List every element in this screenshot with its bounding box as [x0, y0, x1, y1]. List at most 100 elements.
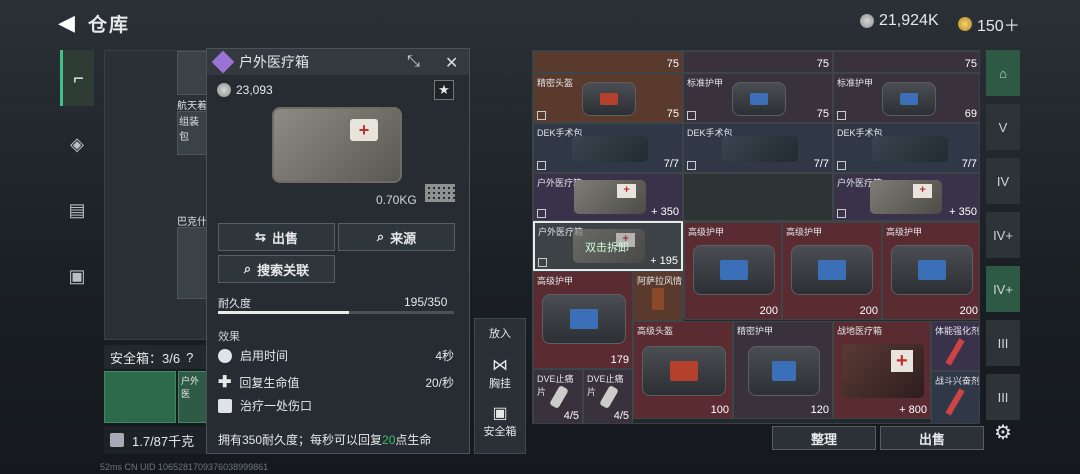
grid-cell-field-medkit[interactable]: 战地医疗箱 + + 800 [833, 321, 931, 419]
premium-balance[interactable]: 150＋ [958, 12, 1020, 36]
safebox-item-medkit[interactable]: 户外医 [178, 371, 208, 423]
durability-badge: 200 [759, 305, 778, 317]
safebox-item[interactable] [104, 371, 176, 423]
grid-cell[interactable]: 75 [833, 51, 979, 73]
tab-iv-icon[interactable]: IV [986, 158, 1020, 204]
gear-icon[interactable]: ⚙ [994, 420, 1012, 445]
effect-label: 治疗一处伤口 [240, 399, 313, 413]
case-icon[interactable]: ▣ [60, 248, 94, 304]
armor-icon [732, 82, 786, 116]
grid-cell-pills[interactable]: DVE止痛片 4/5 [533, 369, 583, 423]
minimize-icon[interactable]: ⤡ [407, 53, 420, 71]
info-icon [537, 111, 546, 120]
durability-badge: 75 [666, 108, 679, 120]
search-related-button[interactable]: ⌕ 搜索关联 [218, 255, 335, 283]
safebox-label[interactable]: 安全箱 [475, 423, 525, 439]
gun-icon[interactable]: ⌐ [60, 50, 94, 106]
info-icon [538, 258, 547, 267]
grid-cell-selected-medkit[interactable]: 户外医疗箱 + 双击拆卸 + 195 [533, 221, 683, 271]
panel-header: 户外医疗箱 ⤡ ✕ [207, 49, 469, 75]
item-label: 高级护甲 [786, 227, 823, 237]
durability-fill [218, 311, 350, 314]
back-icon[interactable]: ◀ [58, 10, 75, 36]
grid-cell-stim[interactable]: 体能强化剂 [931, 321, 980, 371]
grid-cell-helmet[interactable]: 精密头盔 75 [533, 73, 683, 123]
safebox-icon[interactable]: ▣ [475, 403, 525, 423]
effects-label: 效果 [218, 331, 240, 343]
item-label: 战斗兴奋剂 [935, 376, 980, 386]
safebox-grid: 户外医 [104, 371, 208, 423]
armor-icon [542, 294, 626, 344]
premium-coin-icon [958, 17, 972, 31]
tab-iv-add-icon[interactable]: IV+ [986, 266, 1020, 312]
grid-cell-armor[interactable]: 高级护甲 179 [533, 271, 633, 369]
grid-cell-stim[interactable]: 战斗兴奋剂 [931, 371, 980, 423]
grid-cell-surgery-kit[interactable]: DEK手术包 7/7 [533, 123, 683, 173]
item-label: 精密护甲 [737, 326, 774, 336]
grid-cell-pills[interactable]: DVE止痛片 4/5 [583, 369, 633, 423]
tab-iii-icon[interactable]: III [986, 374, 1020, 420]
coin-icon [217, 83, 231, 97]
grid-cell-armor[interactable]: 高级护甲 200 [684, 222, 782, 320]
item-label: 体能强化剂 [935, 326, 980, 336]
info-icon [837, 161, 846, 170]
stash-item[interactable] [177, 227, 207, 299]
close-icon[interactable]: ✕ [445, 53, 458, 73]
sort-button[interactable]: 整理 [772, 426, 876, 450]
tab-v-icon[interactable]: V [986, 104, 1020, 150]
premium-amount: 150＋ [977, 18, 1020, 35]
grid-cell-armor[interactable]: 标准护甲 75 [683, 73, 833, 123]
chest-rig-label[interactable]: 胸挂 [475, 375, 525, 391]
coin-amount: 21,924K [879, 12, 939, 29]
item-label: 标准护甲 [837, 78, 874, 88]
stash-item[interactable] [177, 51, 207, 95]
item-price: 23,093 [217, 83, 273, 97]
top-bar: ◀ 仓库 21,924K 150＋ [0, 0, 1080, 44]
safebox-label: 安全箱：3/6 [110, 350, 181, 366]
sell-button[interactable]: ⇆ 出售 [218, 223, 335, 251]
chest-rig-icon[interactable]: ⋈ [475, 355, 525, 375]
durability-value: 195/350 [404, 295, 448, 309]
grid-cell-armor[interactable]: 高级护甲 200 [882, 222, 979, 320]
help-icon[interactable]: ? [186, 350, 193, 365]
source-label: 来源 [390, 230, 417, 246]
field-medkit-icon: + [842, 344, 924, 398]
armor-icon[interactable]: ◈ [60, 116, 94, 172]
grid-cell-surgery-kit[interactable]: DEK手术包 7/7 [683, 123, 833, 173]
source-button[interactable]: ⌕ 来源 [338, 223, 455, 251]
grid-cell-helmet[interactable]: 高级头盔 100 [633, 321, 733, 419]
info-icon [687, 111, 696, 120]
grid-cell-medkit[interactable]: 户外医疗箱 + + 350 [533, 173, 683, 221]
tab-iii-icon[interactable]: III [986, 320, 1020, 366]
tab-iv-add-icon[interactable]: IV+ [986, 212, 1020, 258]
grid-cell-drink[interactable]: 阿萨拉风情 [633, 271, 683, 321]
drink-icon [652, 288, 664, 310]
grid-cell-empty[interactable] [683, 173, 833, 221]
grid-cell-surgery-kit[interactable]: DEK手术包 7/7 [833, 123, 979, 173]
grid-cell-armor[interactable]: 精密护甲 120 [733, 321, 833, 419]
coin-icon [860, 14, 874, 28]
item-weight: 0.70KG [376, 193, 417, 207]
page-title: 仓库 [88, 15, 131, 36]
search-related-label: 搜索关联 [257, 262, 310, 278]
effect-label: 启用时间 [240, 349, 289, 363]
count-badge: 7/7 [961, 158, 977, 170]
grid-cell[interactable]: 75 [683, 51, 833, 73]
clock-icon [218, 348, 232, 363]
syringe-icon [945, 388, 965, 416]
info-icon [537, 209, 546, 218]
stash-tab-icon[interactable]: ⌂ [986, 50, 1020, 96]
grid-area-armors: 高级护甲 200 高级护甲 200 高级护甲 200 [683, 221, 979, 320]
grid-cell-armor[interactable]: 高级护甲 200 [782, 222, 882, 320]
vest-icon[interactable]: ▤ [60, 182, 94, 238]
container-nav: ⌂ V IV IV+ IV+ III III [986, 50, 1022, 430]
grid-cell-armor[interactable]: 标准护甲 69 [833, 73, 979, 123]
grid-cell[interactable]: 75 [533, 51, 683, 73]
coin-balance: 21,924K [860, 12, 939, 30]
grid-cell-medkit[interactable]: 户外医疗箱 + + 350 [833, 173, 979, 221]
weight-bar: 1.7/87千克 [104, 426, 208, 454]
item-label: 战地医疗箱 [837, 326, 883, 336]
favorite-star-icon[interactable]: ★ [434, 80, 454, 100]
bandage-icon [218, 398, 232, 413]
sell-all-button[interactable]: 出售 [880, 426, 984, 450]
